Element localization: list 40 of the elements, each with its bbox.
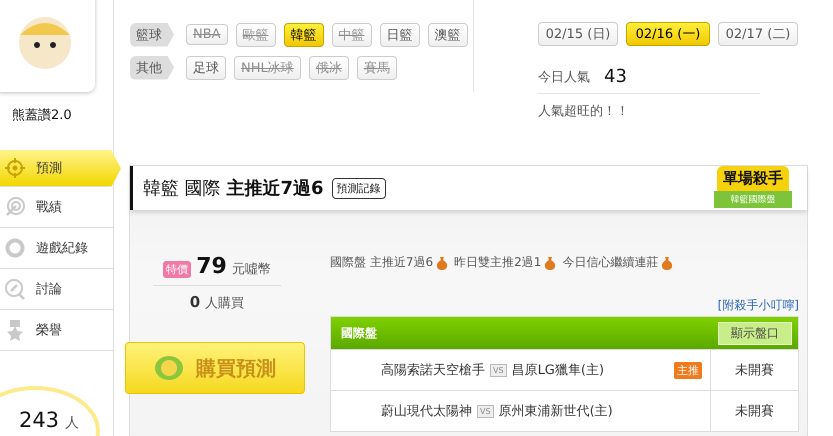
badge-title: 單場殺手 <box>717 166 789 191</box>
match-status: 未開賽 <box>710 391 798 431</box>
league-filter-button[interactable]: 足球 <box>186 56 226 80</box>
badge-ribbon: 韓籃國際盤 <box>714 191 792 208</box>
date-button[interactable]: 02/17 (二) <box>718 22 798 46</box>
visitor-count: 243 <box>18 408 60 432</box>
user-name: 熊蓋讚2.0 <box>12 107 73 124</box>
prediction-history-button[interactable]: 預測記錄 <box>332 178 386 198</box>
currency: 元噓幣 <box>232 261 271 278</box>
date-button[interactable]: 02/16 (一) <box>626 22 710 46</box>
tips-link[interactable]: [附殺手小叮嚀] <box>718 297 799 314</box>
away-team: 原州東浦新世代(主) <box>498 403 613 420</box>
category-label: 其他 <box>130 56 174 80</box>
buyer-label: 人購買 <box>205 295 244 312</box>
popularity-label: 今日人氣 <box>538 68 590 86</box>
vs-tag: VS <box>490 364 507 376</box>
home-team: 蔚山現代太陽神 <box>381 403 472 420</box>
highlight-text: 昨日雙主推2過1 <box>454 254 542 271</box>
popularity-value: 43 <box>604 66 627 87</box>
popularity-note: 人氣超旺的！！ <box>538 103 630 120</box>
league-filter-button[interactable]: 澳籃 <box>428 22 468 46</box>
nav-item[interactable]: 預測 <box>0 150 121 187</box>
league-filter-button[interactable]: 日籃 <box>380 22 420 46</box>
date-button[interactable]: 02/15 (日) <box>538 22 618 46</box>
match-status: 未開賽 <box>710 350 798 390</box>
category-label: 籃球 <box>130 22 174 46</box>
home-team: 高陽索諾天空槍手 <box>381 362 485 379</box>
highlight-text: 國際盤 主推近7過6 <box>330 254 434 271</box>
visitor-unit: 人 <box>65 414 80 432</box>
league-filter-button[interactable]: 韓籃 <box>284 22 324 46</box>
vs-tag: VS <box>477 404 494 418</box>
show-odds-button[interactable]: 顯示盤口 <box>718 322 792 344</box>
highlight-text: 今日信心繼續連莊 <box>562 254 658 271</box>
table-title: 國際盤 <box>341 324 377 342</box>
away-team: 昌原LG獵隼(主) <box>512 362 604 379</box>
pick-tag: 主推 <box>674 362 702 378</box>
price: 79 <box>196 254 227 279</box>
sale-tag: 特價 <box>163 261 192 278</box>
buyer-count: 0 <box>190 293 200 311</box>
prediction-title: 韓籃 國際 主推近7過6 <box>143 177 324 200</box>
